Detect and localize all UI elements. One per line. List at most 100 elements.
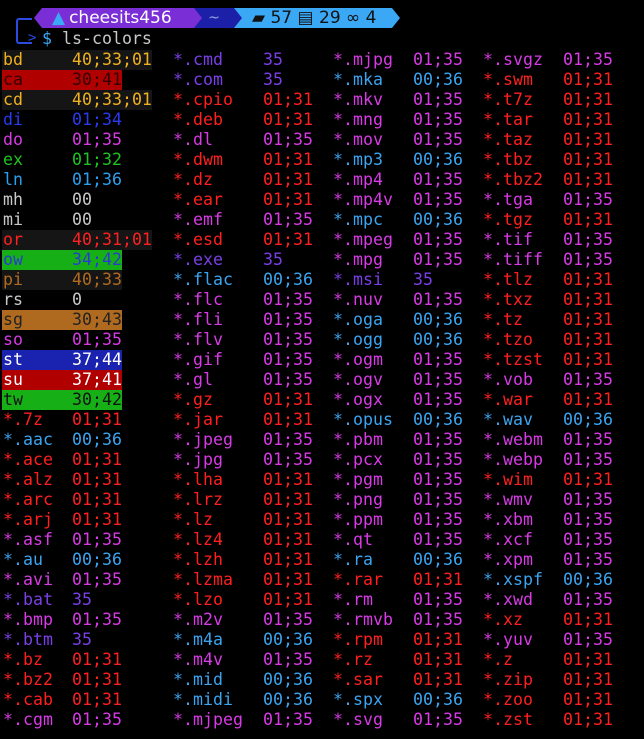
- entry-pattern: *.bat: [3, 590, 53, 609]
- entry-pattern: *.wmv: [483, 490, 533, 509]
- entry-pattern: *.au: [3, 550, 43, 569]
- entry-pattern: *.ogg: [333, 330, 383, 349]
- entry-pattern: *.msi: [333, 270, 383, 289]
- prompt-dir-segment: ~: [194, 8, 234, 28]
- entry-pattern: *.lrz: [173, 490, 223, 509]
- prompt-user-segment: ▲ cheesits456: [34, 8, 194, 28]
- entry-pattern: *.lz: [173, 510, 213, 529]
- entry-pattern: *.tz: [483, 310, 523, 329]
- entry-pattern: *.rar: [333, 570, 383, 589]
- entry-code: 01;35: [563, 530, 613, 549]
- entry-code: 37;44: [72, 350, 122, 369]
- entry-pattern: *.dz: [173, 170, 213, 189]
- entry-pattern: *.emf: [173, 210, 223, 229]
- entry-code: 01;31: [263, 390, 313, 409]
- entry-code: 01;35: [563, 630, 613, 649]
- entry-pattern: ex: [3, 150, 23, 169]
- entry-pattern: *.mjpeg: [173, 710, 243, 729]
- entry-code: 00;36: [413, 210, 463, 229]
- entry-code: 01;31: [263, 490, 313, 509]
- entry-pattern: mh: [3, 190, 23, 209]
- prompt-user: cheesits456: [69, 8, 172, 28]
- entry-code: 00;36: [413, 330, 463, 349]
- entry-code: 01;35: [413, 590, 463, 609]
- entry-code: 01;31: [263, 190, 313, 209]
- entry-code: 01;35: [563, 190, 613, 209]
- entry-code: 01;35: [263, 130, 313, 149]
- entry-code: 37;41: [72, 370, 122, 389]
- command-line[interactable]: $ ls-colors: [42, 29, 152, 49]
- entry-code: 01;35: [563, 230, 613, 249]
- entry-code: 40;33;01: [72, 50, 152, 69]
- command-text: ls-colors: [62, 29, 152, 48]
- entry-code: 01;35: [413, 470, 463, 489]
- entry-pattern: *.tgz: [483, 210, 533, 229]
- entry-pattern: *.mpg: [333, 250, 383, 269]
- entry-code: 01;31: [72, 410, 122, 429]
- entry-code: 01;31: [413, 650, 463, 669]
- entry-code: 01;35: [413, 530, 463, 549]
- entry-code: 01;35: [563, 50, 613, 69]
- entry-code: 01;31: [563, 210, 613, 229]
- entry-pattern: *.flv: [173, 330, 223, 349]
- entry-pattern: *.xcf: [483, 530, 533, 549]
- entry-pattern: *.cmd: [173, 50, 223, 69]
- entry-code: 01;31: [413, 570, 463, 589]
- entry-pattern: *.svgz: [483, 50, 543, 69]
- entry-code: 01;35: [563, 430, 613, 449]
- file-icon: ▤: [297, 8, 314, 28]
- entry-code: 01;35: [263, 450, 313, 469]
- entry-code: 01;31: [563, 350, 613, 369]
- entry-pattern: *.tga: [483, 190, 533, 209]
- prompt-dir: ~: [208, 10, 220, 26]
- entry-pattern: *.opus: [333, 410, 393, 429]
- entry-code: 01;31: [563, 270, 613, 289]
- entry-code: 01;35: [413, 90, 463, 109]
- entry-pattern: *.webp: [483, 450, 543, 469]
- entry-code: 00;36: [263, 270, 313, 289]
- entry-pattern: *.jpeg: [173, 430, 233, 449]
- entry-code: 01;35: [263, 610, 313, 629]
- entry-pattern: *.tar: [483, 110, 533, 129]
- entry-pattern: *.gl: [173, 370, 213, 389]
- entry-code: 01;36: [72, 170, 122, 189]
- entry-pattern: *.mp3: [333, 150, 383, 169]
- entry-code: 01;31: [263, 90, 313, 109]
- entry-pattern: *.mpeg: [333, 230, 393, 249]
- entry-code: 01;35: [263, 310, 313, 329]
- entry-code: 01;35: [413, 430, 463, 449]
- entry-code: 01;31: [72, 510, 122, 529]
- entry-code: 0: [72, 290, 82, 309]
- entry-code: 00;36: [413, 310, 463, 329]
- entry-pattern: *.lzma: [173, 570, 233, 589]
- entry-code: 01;35: [263, 330, 313, 349]
- entry-pattern: *.mng: [333, 110, 383, 129]
- entry-pattern: *.yuv: [483, 630, 533, 649]
- entry-pattern: *.qt: [333, 530, 373, 549]
- entry-pattern: *.xz: [483, 610, 523, 629]
- entry-pattern: *.ppm: [333, 510, 383, 529]
- entry-pattern: *.mpc: [333, 210, 383, 229]
- entry-code: 01;35: [413, 130, 463, 149]
- entry-code: 01;35: [263, 290, 313, 309]
- entry-code: 01;35: [413, 610, 463, 629]
- entry-code: 01;31: [413, 630, 463, 649]
- entry-code: 01;35: [72, 710, 122, 729]
- entry-code: 01;31: [72, 490, 122, 509]
- entry-pattern: *.m4a: [173, 630, 223, 649]
- entry-code: 01;31: [563, 110, 613, 129]
- entry-code: 00;36: [72, 430, 122, 449]
- entry-code: 01;31: [263, 530, 313, 549]
- entry-pattern: *.midi: [173, 690, 233, 709]
- entry-pattern: *.zst: [483, 710, 533, 729]
- entry-code: 35: [263, 50, 283, 69]
- entry-code: 01;31: [413, 670, 463, 689]
- entry-pattern: *.pcx: [333, 450, 383, 469]
- entry-code: 00;36: [413, 550, 463, 569]
- entry-code: 01;35: [413, 50, 463, 69]
- entry-pattern: *.flac: [173, 270, 233, 289]
- entry-code: 01;35: [72, 130, 122, 149]
- prompt-bar: ▲ cheesits456 ~ ▰ 57 ▤ 29 ∞ 4: [0, 8, 420, 28]
- entry-code: 00;36: [263, 670, 313, 689]
- entry-code: 01;31: [563, 390, 613, 409]
